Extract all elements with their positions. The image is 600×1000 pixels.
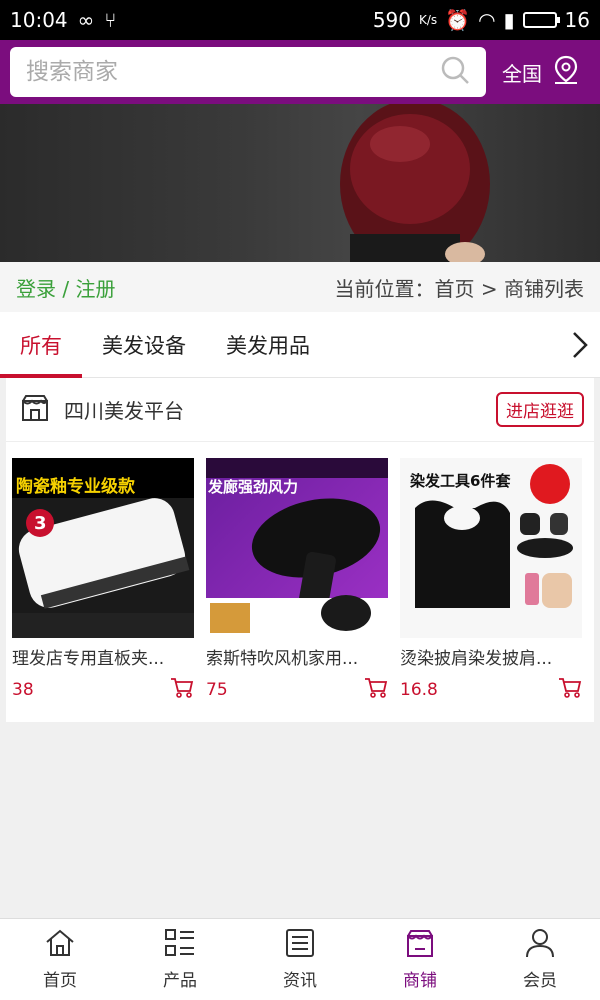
product-name[interactable]: 理发店专用直板夹... [12, 644, 194, 669]
status-bar: 10:04 ∞ ⑂ 590 K/s ⏰ ◠ ▮ 16 [0, 0, 600, 40]
product-item[interactable]: 3 陶瓷釉专业级款 理发店专用直板夹... 38 [12, 458, 194, 703]
nav-label: 商铺 [403, 971, 437, 991]
product-image-text: 陶瓷釉专业级款 [16, 477, 135, 497]
nav-shops[interactable]: 商铺 [360, 919, 480, 1000]
home-icon [44, 928, 76, 962]
signal-icon: ▮ [503, 8, 515, 32]
product-image[interactable]: 3 陶瓷釉专业级款 [12, 458, 194, 638]
shop-name: 四川美发平台 [64, 399, 184, 423]
product-price: 38 [12, 680, 34, 700]
store-icon [20, 393, 50, 427]
tab-label: 美发设备 [102, 333, 186, 358]
category-tabs: 所有 美发设备 美发用品 [0, 312, 600, 378]
enter-shop-button[interactable]: 进店逛逛 [496, 392, 584, 427]
banner-image[interactable] [0, 104, 600, 262]
news-icon [284, 928, 316, 962]
breadcrumb: 当前位置：首页 > 商铺列表 [334, 276, 584, 301]
status-time: 10:04 [10, 8, 68, 32]
product-item[interactable]: 染发工具6件套 烫染披肩染发披肩... 16.8 [400, 458, 582, 703]
svg-text:3: 3 [34, 513, 47, 534]
location-row: 登录 / 注册 当前位置：首页 > 商铺列表 [0, 262, 600, 312]
search-box[interactable] [10, 47, 486, 97]
wifi-icon: ◠ [478, 8, 496, 32]
location-pin-icon [552, 55, 580, 90]
chevron-right-icon[interactable] [560, 312, 600, 378]
product-name[interactable]: 烫染披肩染发披肩... [400, 644, 582, 669]
grid-list-icon [164, 928, 196, 962]
region-label: 全国 [502, 61, 542, 86]
product-name[interactable]: 索斯特吹风机家用... [206, 644, 388, 669]
tab-label: 美发用品 [226, 333, 310, 358]
nav-products[interactable]: 产品 [120, 919, 240, 1000]
login-register-link[interactable]: 登录 / 注册 [16, 273, 115, 302]
nav-label: 首页 [43, 971, 77, 991]
alarm-icon: ⏰ [445, 8, 471, 32]
product-price: 16.8 [400, 680, 438, 700]
bottom-nav: 首页 产品 资讯 商铺 会员 [0, 918, 600, 1000]
user-icon [524, 928, 556, 962]
shop-card: 四川美发平台 进店逛逛 3 陶瓷釉专业级款 理发店专用直板夹... 38 发廊强… [6, 378, 594, 722]
nav-member[interactable]: 会员 [480, 919, 600, 1000]
product-image[interactable]: 发廊强劲风力 [206, 458, 388, 638]
usb-icon: ⑂ [104, 8, 117, 32]
tab-label: 所有 [20, 333, 62, 358]
nav-label: 会员 [523, 971, 557, 991]
infinity-icon: ∞ [77, 8, 95, 32]
tab-hair-equipment[interactable]: 美发设备 [82, 312, 206, 378]
product-image-text: 染发工具6件套 [410, 472, 511, 490]
nav-home[interactable]: 首页 [0, 919, 120, 1000]
cart-icon[interactable] [170, 677, 194, 703]
network-speed: 590 [372, 8, 411, 32]
region-selector[interactable]: 全国 [502, 55, 580, 90]
product-price: 75 [206, 680, 228, 700]
product-image[interactable]: 染发工具6件套 [400, 458, 582, 638]
product-item[interactable]: 发廊强劲风力 索斯特吹风机家用... 75 [206, 458, 388, 703]
cart-icon[interactable] [558, 677, 582, 703]
shop-icon [404, 928, 436, 962]
header: 全国 [0, 40, 600, 104]
search-icon[interactable] [440, 55, 470, 89]
network-speed-unit: K/s [419, 13, 438, 27]
nav-label: 产品 [163, 971, 197, 991]
product-image-text: 发廊强劲风力 [208, 478, 299, 496]
nav-label: 资讯 [283, 971, 317, 991]
tab-all[interactable]: 所有 [0, 312, 82, 378]
cart-icon[interactable] [364, 677, 388, 703]
shop-header: 四川美发平台 进店逛逛 [6, 378, 594, 442]
battery-level: 16 [564, 8, 590, 32]
tab-hair-supplies[interactable]: 美发用品 [206, 312, 330, 378]
battery-icon [522, 12, 560, 28]
nav-news[interactable]: 资讯 [240, 919, 360, 1000]
search-input[interactable] [26, 59, 440, 85]
product-list: 3 陶瓷釉专业级款 理发店专用直板夹... 38 发廊强劲风力 索斯特吹风机家用… [6, 442, 594, 703]
